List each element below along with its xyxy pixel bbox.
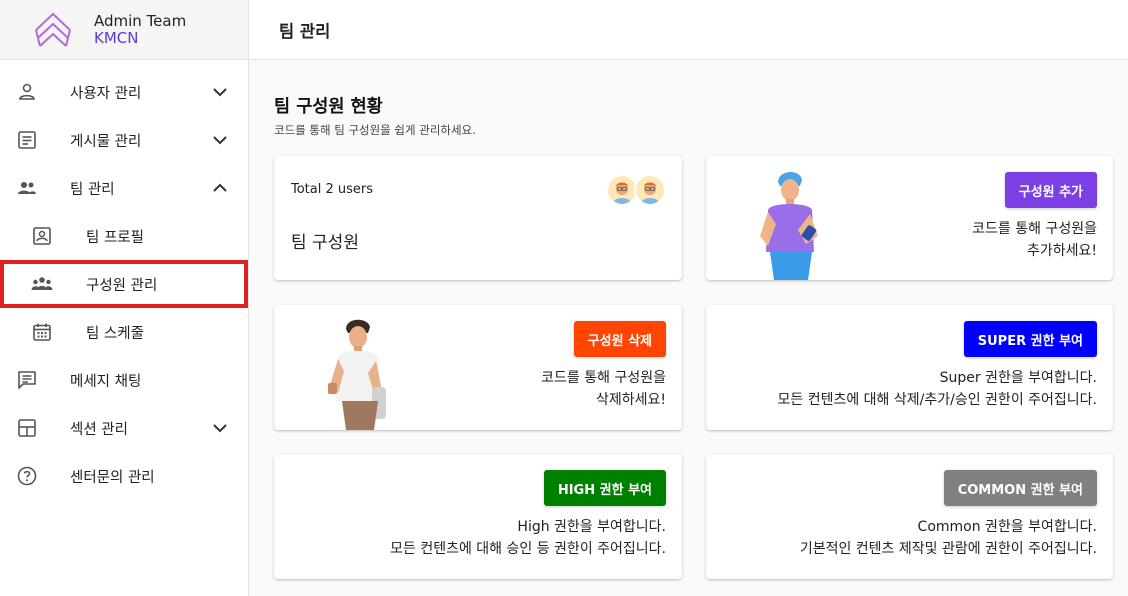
high-permission-description: High 권한을 부여합니다. 모든 컨텐츠에 대해 승인 등 권한이 주어집니… <box>390 519 666 557</box>
sidebar-item-chat[interactable]: 메세지 채팅 <box>0 356 248 404</box>
sidebar-item-label: 팀 관리 <box>70 181 115 198</box>
brand[interactable]: Admin Team KMCN <box>0 0 248 60</box>
person-with-phone-illustration <box>760 171 818 280</box>
chat-icon <box>18 371 36 389</box>
sidebar-item-member-management[interactable]: 구성원 관리 <box>0 260 248 308</box>
chevron-down-icon <box>213 424 227 433</box>
sidebar-item-label: 팀 스케줄 <box>86 325 144 342</box>
add-member-description: 코드를 통해 구성원을 추가하세요! <box>972 221 1097 259</box>
article-icon <box>18 131 36 149</box>
groups-icon <box>31 277 53 290</box>
sidebar-item-label: 섹션 관리 <box>70 421 128 438</box>
members-card: Total 2 users 팀 구성원 <box>274 156 682 280</box>
super-permission-description: Super 권한을 부여합니다. 모든 컨텐츠에 대해 삭제/추가/승인 권한이… <box>777 370 1098 408</box>
person-with-coffee-illustration <box>328 319 386 430</box>
sidebar-item-label: 메세지 채팅 <box>70 373 142 390</box>
high-permission-card: HIGH 권한 부여 High 권한을 부여합니다. 모든 컨텐츠에 대해 승인… <box>274 454 682 579</box>
delete-member-button[interactable]: 구성원 삭제 <box>573 321 666 357</box>
avatar-group <box>606 174 666 206</box>
profile-card-icon <box>33 227 51 245</box>
sidebar-item-label: 게시물 관리 <box>70 133 142 150</box>
delete-member-description: 코드를 통해 구성원을 삭제하세요! <box>541 370 666 408</box>
sidebar-item-label: 팀 프로필 <box>86 229 144 246</box>
sidebar-item-posts[interactable]: 게시물 관리 <box>0 116 248 164</box>
members-title: 팀 구성원 <box>291 233 359 253</box>
top-bar: 팀 관리 <box>249 0 1128 60</box>
grant-high-button[interactable]: HIGH 권한 부여 <box>543 470 666 506</box>
avatar-illustration <box>641 182 659 204</box>
sidebar: Admin Team KMCN 사용자 관리 게시물 관리 팀 관리 팀 프로필… <box>0 0 249 596</box>
sidebar-item-users[interactable]: 사용자 관리 <box>0 68 248 116</box>
add-member-button[interactable]: 구성원 추가 <box>1004 172 1097 208</box>
brand-subtitle: KMCN <box>94 28 139 47</box>
sidebar-item-inquiries[interactable]: 센터문의 관리 <box>0 452 248 500</box>
sidebar-item-label: 구성원 관리 <box>86 277 158 294</box>
chevron-down-icon <box>213 136 227 145</box>
chevron-up-icon <box>213 183 227 192</box>
avatar[interactable] <box>634 174 666 206</box>
grant-super-button[interactable]: SUPER 권한 부여 <box>963 321 1097 357</box>
layout-icon <box>18 419 36 437</box>
sidebar-menu: 사용자 관리 게시물 관리 팀 관리 팀 프로필 구성원 관리 팀 스케줄 메세… <box>0 60 248 500</box>
calendar-icon <box>33 323 51 341</box>
avatar-illustration <box>613 182 631 204</box>
total-users: Total 2 users <box>291 182 374 197</box>
chevron-down-icon <box>213 88 227 97</box>
section-title: 팀 구성원 현황 <box>274 97 383 117</box>
help-icon <box>17 466 37 486</box>
delete-member-card: 구성원 삭제 코드를 통해 구성원을 삭제하세요! <box>274 305 682 430</box>
brand-title: Admin Team <box>94 11 187 30</box>
sidebar-item-team-schedule[interactable]: 팀 스케줄 <box>0 308 248 356</box>
page-title: 팀 관리 <box>279 21 331 41</box>
grant-common-button[interactable]: COMMON 권한 부여 <box>943 470 1097 506</box>
sidebar-item-team-profile[interactable]: 팀 프로필 <box>0 212 248 260</box>
logo-icon <box>35 12 71 47</box>
group-icon <box>18 182 36 194</box>
common-permission-description: Common 권한을 부여합니다. 기본적인 컨텐츠 제작및 관람에 권한이 주… <box>799 519 1097 557</box>
sidebar-item-team[interactable]: 팀 관리 <box>0 164 248 212</box>
super-permission-card: SUPER 권한 부여 Super 권한을 부여합니다. 모든 컨텐츠에 대해 … <box>706 305 1113 430</box>
sidebar-item-label: 사용자 관리 <box>70 85 142 102</box>
section-description: 코드를 통해 팀 구성원을 쉽게 관리하세요. <box>274 123 476 137</box>
sidebar-item-label: 센터문의 관리 <box>70 469 155 486</box>
common-permission-card: COMMON 권한 부여 Common 권한을 부여합니다. 기본적인 컨텐츠 … <box>706 454 1113 579</box>
sidebar-item-sections[interactable]: 섹션 관리 <box>0 404 248 452</box>
add-member-card: 구성원 추가 코드를 통해 구성원을 추가하세요! <box>706 156 1113 280</box>
person-icon <box>19 83 35 100</box>
